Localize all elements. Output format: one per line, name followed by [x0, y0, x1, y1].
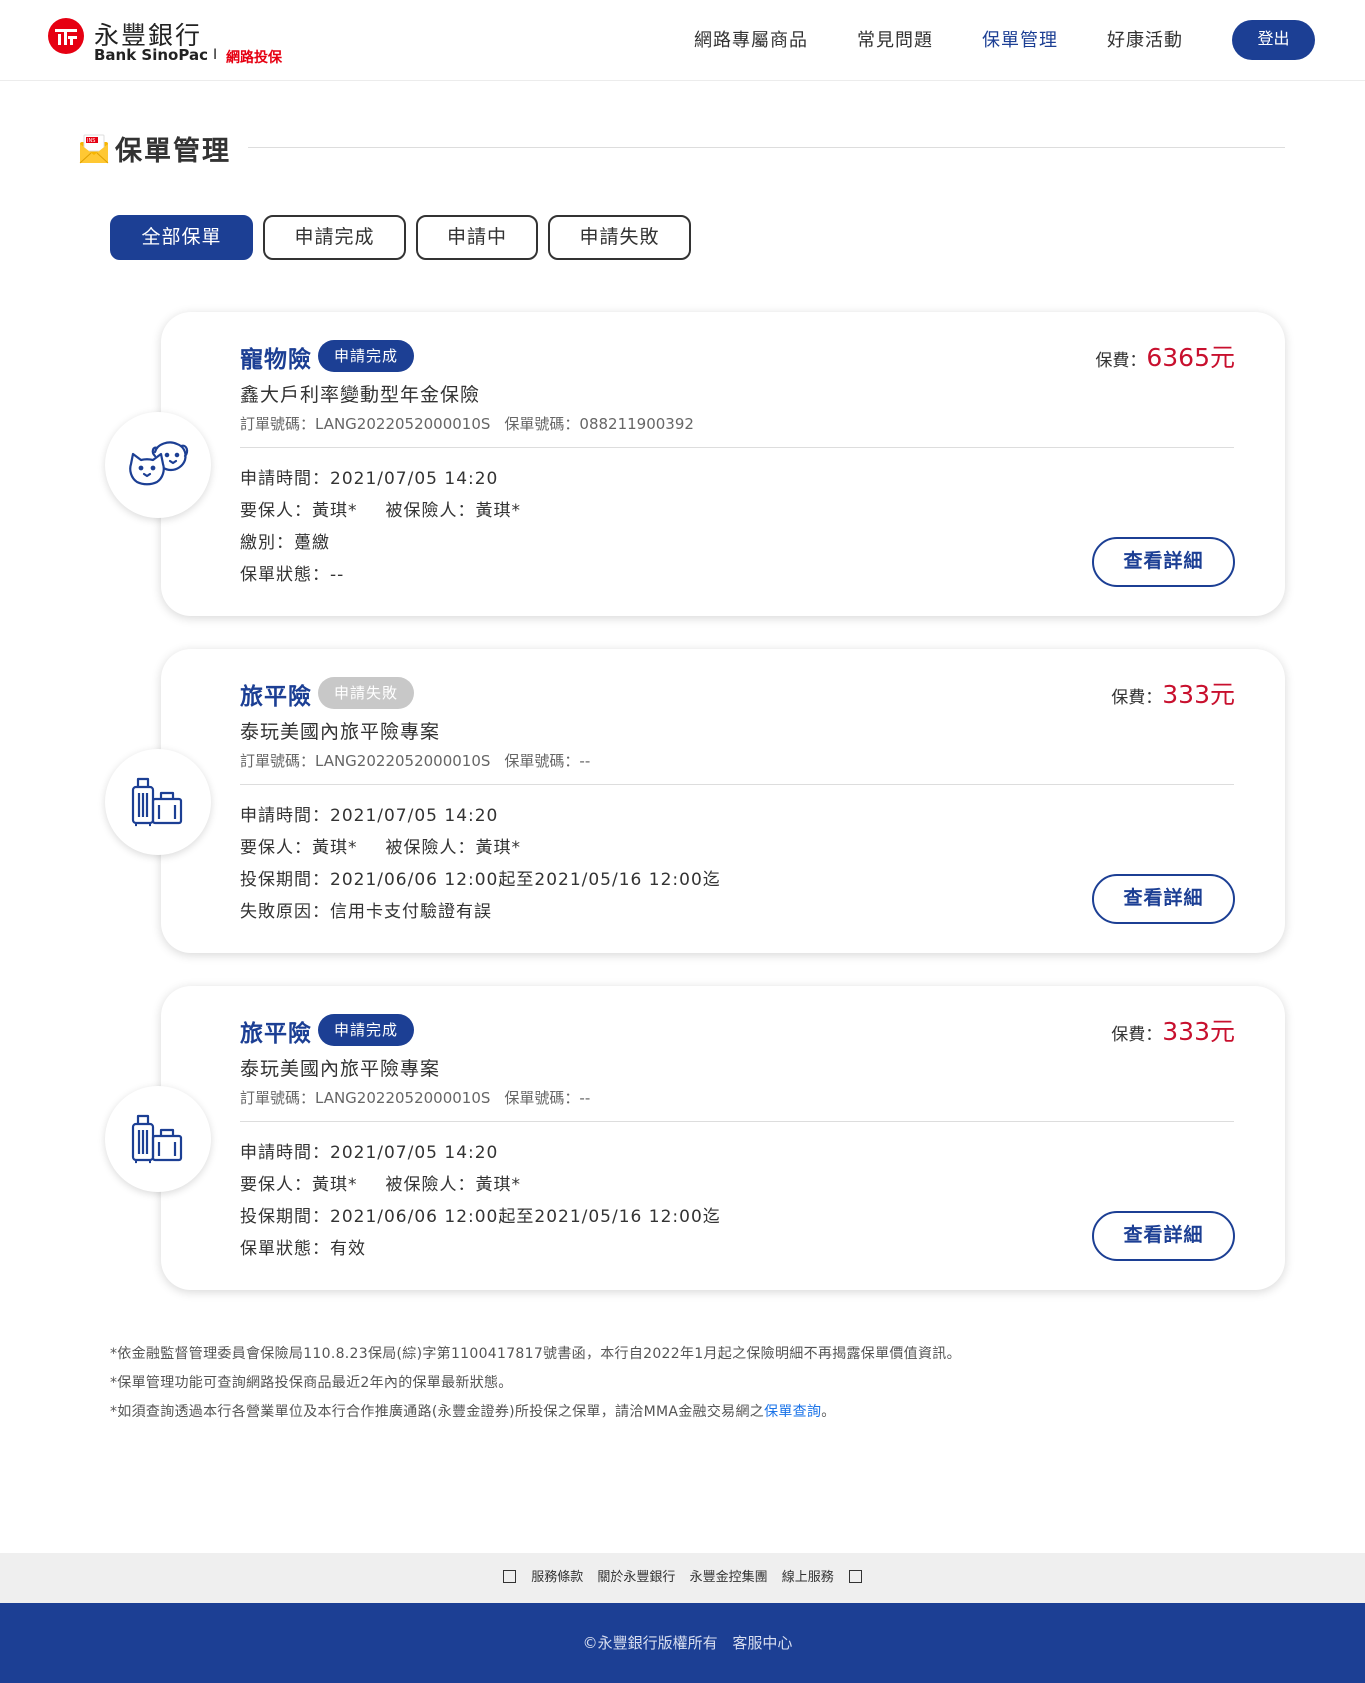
applicant-row: 要保人：黃琪* 被保險人：黃琪* [240, 833, 521, 858]
view-detail-button[interactable]: 查看詳細 [1092, 1211, 1235, 1261]
nav-promotions[interactable]: 好康活動 [1107, 26, 1183, 52]
premium: 保費：333元 [1111, 675, 1235, 711]
applicant: 要保人：黃琪* [240, 501, 358, 521]
footer-link-group[interactable]: 永豐金控集團 [690, 1570, 768, 1585]
insured: 被保險人：黃琪* [385, 501, 521, 521]
coverage-period: 投保期間：2021/06/06 12:00起至2021/05/16 12:00迄 [240, 870, 721, 890]
page-title: 保單管理 [115, 136, 231, 167]
brand-subtitle: 網路投保 [226, 50, 282, 66]
card-divider [240, 447, 1234, 448]
premium: 保費：6365元 [1095, 338, 1235, 374]
order-number: 訂單號碼：LANG2022052000010S [240, 1089, 491, 1107]
order-info: 訂單號碼：LANG2022052000010S 保單號碼：088211900392 [240, 413, 708, 434]
tab-pending[interactable]: 申請中 [416, 215, 538, 260]
applicant-row: 要保人：黃琪* 被保險人：黃琪* [240, 496, 521, 521]
policy-number: 保單號碼：088211900392 [504, 415, 694, 433]
footer-link-online-service[interactable]: 線上服務 [782, 1570, 834, 1585]
policy-status: 保單狀態：-- [240, 565, 345, 585]
envelope-ins-icon: INS [78, 133, 110, 165]
note-text: *依金融監督管理委員會保險局110.8.23保局(綜)字第1100417817號… [110, 1346, 961, 1362]
luggage-icon [105, 749, 211, 855]
insurance-type: 旅平險 [240, 684, 312, 710]
policy-card: 旅平險 申請完成 保費：333元 泰玩美國內旅平險專案 訂單號碼：LANG202… [105, 986, 1285, 1290]
order-info: 訂單號碼：LANG2022052000010S 保單號碼：-- [240, 1087, 604, 1108]
premium-amount: 333元 [1162, 680, 1235, 709]
insured: 被保險人：黃琪* [385, 838, 521, 858]
product-name: 鑫大戶利率變動型年金保險 [240, 384, 481, 406]
policy-number: 保單號碼：-- [504, 752, 591, 770]
view-detail-button[interactable]: 查看詳細 [1092, 874, 1235, 924]
product-name: 泰玩美國內旅平險專案 [240, 1058, 441, 1080]
apply-time: 申請時間：2021/07/05 14:20 [240, 469, 499, 489]
status-badge: 申請完成 [318, 1014, 415, 1046]
tab-all-policies[interactable]: 全部保單 [110, 215, 253, 260]
policy-status: 保單狀態：有效 [240, 1239, 366, 1259]
note-text: *如須查詢透過本行各營業單位及本行合作推廣通路(永豐金證券)所投保之保單，請洽M… [110, 1401, 836, 1421]
nav-online-products[interactable]: 網路專屬商品 [694, 26, 808, 52]
tab-completed[interactable]: 申請完成 [263, 215, 406, 260]
premium-label: 保費： [1111, 1025, 1163, 1045]
insurance-type: 寵物險 [240, 347, 312, 373]
nav-policy-management[interactable]: 保單管理 [982, 26, 1058, 52]
footer-bar: ©永豐銀行版權所有 客服中心 [0, 1603, 1365, 1683]
footer-link-terms[interactable]: 服務條款 [531, 1570, 583, 1585]
premium-label: 保費： [1095, 351, 1147, 371]
apply-time: 申請時間：2021/07/05 14:20 [240, 806, 499, 826]
card-divider [240, 1121, 1234, 1122]
nav-faq[interactable]: 常見問題 [857, 26, 933, 52]
failure-reason: 失敗原因：信用卡支付驗證有誤 [240, 902, 492, 922]
premium-label: 保費： [1111, 688, 1163, 708]
svg-text:INS: INS [87, 138, 95, 144]
apply-time: 申請時間：2021/07/05 14:20 [240, 1143, 499, 1163]
expand-icon[interactable] [503, 1570, 517, 1583]
luggage-icon [105, 1086, 211, 1192]
tab-failed[interactable]: 申請失敗 [548, 215, 691, 260]
policy-card: 旅平險 申請失敗 保費：333元 泰玩美國內旅平險專案 訂單號碼：LANG202… [105, 649, 1285, 953]
policy-number: 保單號碼：-- [504, 1089, 591, 1107]
premium: 保費：333元 [1111, 1012, 1235, 1048]
order-number: 訂單號碼：LANG2022052000010S [240, 752, 491, 770]
view-detail-button[interactable]: 查看詳細 [1092, 537, 1235, 587]
insured: 被保險人：黃琪* [385, 1175, 521, 1195]
footer-link-about[interactable]: 關於永豐銀行 [597, 1570, 675, 1585]
sinopac-logo-icon [48, 18, 84, 54]
card-divider [240, 784, 1234, 785]
brand-separator: I [213, 47, 218, 63]
status-badge: 申請失敗 [318, 677, 415, 709]
order-info: 訂單號碼：LANG2022052000010S 保單號碼：-- [240, 750, 604, 771]
brand-name-en: Bank SinoPac [94, 46, 208, 64]
payment-type: 繳別：躉繳 [240, 533, 330, 553]
note-text-body: *如須查詢透過本行各營業單位及本行合作推廣通路(永豐金證券)所投保之保單，請洽M… [110, 1404, 765, 1420]
customer-service-link[interactable]: 客服中心 [732, 1634, 792, 1652]
policy-card: 寵物險 申請完成 保費：6365元 鑫大戶利率變動型年金保險 訂單號碼：LANG… [105, 312, 1285, 616]
policy-inquiry-link[interactable]: 保單查詢 [764, 1404, 821, 1420]
product-name: 泰玩美國內旅平險專案 [240, 721, 441, 743]
coverage-period: 投保期間：2021/06/06 12:00起至2021/05/16 12:00迄 [240, 1207, 721, 1227]
applicant-row: 要保人：黃琪* 被保險人：黃琪* [240, 1170, 521, 1195]
premium-amount: 6365元 [1146, 343, 1235, 372]
site-header: 永豐銀行 Bank SinoPac I 網路投保 網路專屬商品 常見問題 保單管… [0, 0, 1365, 81]
footer-links: 服務條款 關於永豐銀行 永豐金控集團 線上服務 [0, 1553, 1365, 1603]
logo[interactable]: 永豐銀行 Bank SinoPac I 網路投保 [48, 16, 288, 66]
expand-icon[interactable] [848, 1570, 862, 1583]
status-badge: 申請完成 [318, 340, 415, 372]
note-text-end: 。 [821, 1404, 836, 1420]
applicant: 要保人：黃琪* [240, 838, 358, 858]
note-text: *保單管理功能可查詢網路投保商品最近2年內的保單最新狀態。 [110, 1375, 513, 1391]
order-number: 訂單號碼：LANG2022052000010S [240, 415, 491, 433]
insurance-type: 旅平險 [240, 1021, 312, 1047]
premium-amount: 333元 [1162, 1017, 1235, 1046]
copyright: ©永豐銀行版權所有 [582, 1634, 718, 1652]
title-divider [248, 147, 1285, 148]
logout-button[interactable]: 登出 [1232, 20, 1315, 60]
pet-icon [105, 412, 211, 518]
applicant: 要保人：黃琪* [240, 1175, 358, 1195]
